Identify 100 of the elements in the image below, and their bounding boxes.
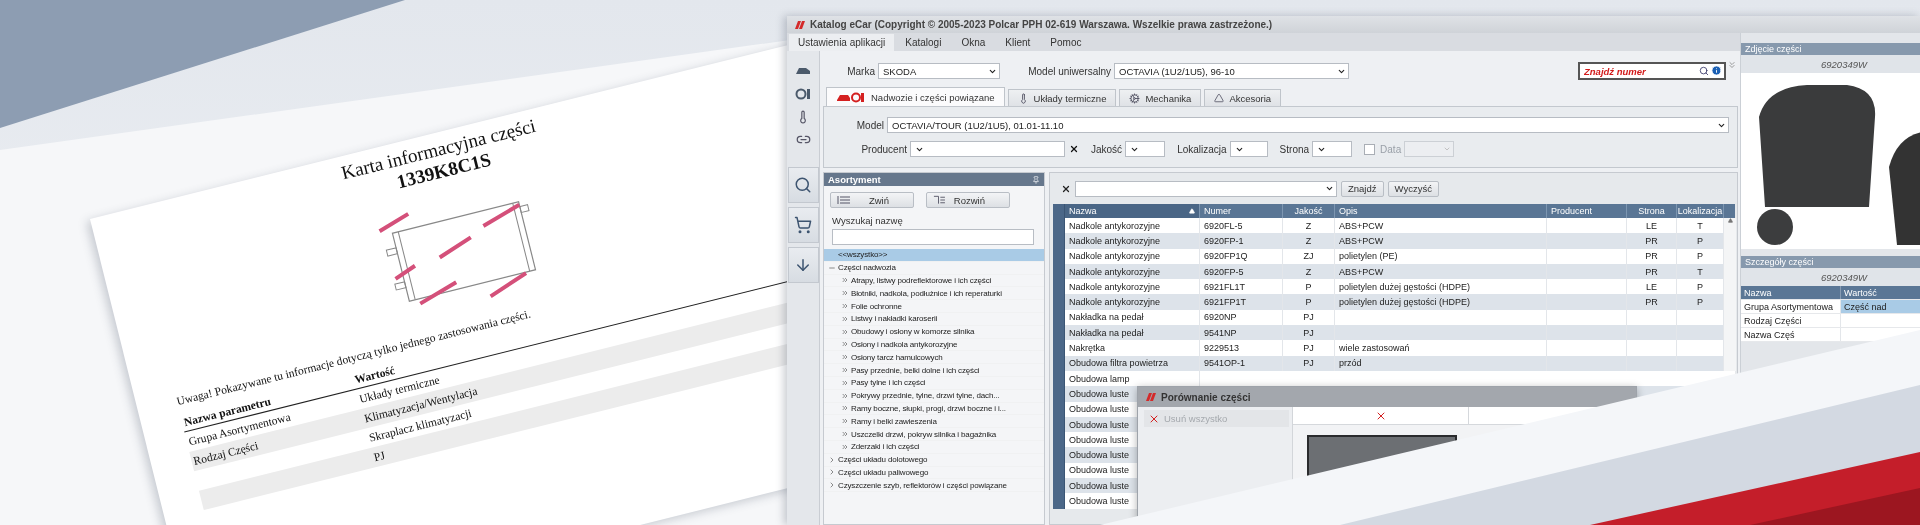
table-cell[interactable]: Część nad (1841, 300, 1920, 313)
clear-icon[interactable] (1069, 144, 1079, 154)
tree-item[interactable]: Części nadwozia (824, 261, 1044, 275)
date-checkbox[interactable] (1364, 143, 1376, 155)
table-cell: Z (1283, 233, 1335, 249)
tree-item[interactable]: Folie ochronne (824, 300, 1044, 313)
menu-item[interactable]: Okna (952, 33, 995, 51)
tree-item[interactable]: Pokrywy przednie, tylne, drzwi tylne, dach... (824, 389, 1044, 403)
logo-icon (793, 20, 805, 29)
field-label: Strona (1279, 143, 1310, 155)
car-part-icon (836, 91, 866, 103)
cart-icon (794, 216, 812, 234)
tree-item[interactable]: Ramy i belki zawieszenia (824, 415, 1044, 429)
column-header: Wartość (353, 363, 396, 386)
table-cell: Obudowa filtra powietrza (1065, 355, 1200, 371)
row-selector[interactable] (1053, 493, 1065, 509)
info-icon[interactable] (1711, 65, 1722, 76)
tree-item[interactable]: Pasy tylne i ich części (824, 376, 1044, 390)
table-cell: PR (1627, 233, 1677, 249)
table-cell: polietylen (PE) (1335, 248, 1547, 264)
expand-icon[interactable] (840, 366, 849, 375)
expand-icon[interactable] (840, 276, 849, 285)
tree-item[interactable]: <<wszystko>> (824, 249, 1044, 262)
side-select[interactable] (1312, 141, 1353, 157)
menu-item[interactable]: Klient (996, 33, 1040, 51)
expand-icon[interactable] (840, 327, 849, 336)
tab[interactable]: Akcesoria (1204, 89, 1282, 106)
menu-item[interactable]: Katalogi (896, 33, 951, 51)
expand-icon[interactable] (840, 430, 849, 439)
tree-item[interactable]: Uszczelki drzwi, pokryw silnika i bagażnika (824, 428, 1044, 441)
tree-item[interactable]: Atrapy, listwy podreflektorowe i ich części (824, 274, 1044, 288)
table-cell: Nakrętka (1065, 340, 1200, 356)
clear-button[interactable]: Wyczyść (1387, 180, 1439, 197)
tree-item[interactable]: Błotniki, nadkola, podłużnice i ich reperaturki (824, 287, 1044, 301)
tree-item[interactable]: Osłony i nadkola antykorozyjne (824, 338, 1044, 352)
column-header: Nazwa (1741, 286, 1841, 299)
cart-button[interactable] (787, 207, 819, 243)
quality-select[interactable] (1125, 141, 1166, 157)
tree-item[interactable]: Czyszczenie szyb, reflektorów i części powiązane (824, 479, 1044, 493)
expand-icon[interactable] (840, 289, 849, 298)
pin-icon[interactable] (1032, 175, 1040, 184)
panel-header: Zdjęcie części (1741, 43, 1920, 55)
tree-item[interactable]: Osłony tarcz hamulcowych (824, 351, 1044, 365)
expand-button[interactable]: Rozwiń (926, 192, 1010, 208)
field-label: Jakość (1091, 143, 1123, 155)
tree-item[interactable]: Ramy boczne, słupki, progi, drzwi boczne i i... (824, 402, 1044, 416)
tree-item[interactable]: Części układu dolotowego (824, 453, 1044, 467)
table-cell: Nadkole antykorozyjne (1065, 248, 1200, 264)
expand-icon[interactable] (840, 404, 849, 413)
number-search-field[interactable]: Znajdź numer (1578, 62, 1726, 80)
model-select[interactable]: OCTAVIA (1U2/1U5), 96-10 (1114, 63, 1349, 79)
expand-icon[interactable] (840, 302, 849, 311)
scroll-up-icon[interactable] (1727, 218, 1733, 223)
parameter-value: PJ (371, 448, 387, 464)
tree-item[interactable]: Obudowy i osłony w komorze silnika (824, 325, 1044, 339)
expand-icon[interactable] (840, 314, 849, 323)
name-search-field[interactable] (832, 229, 1034, 245)
search-icon (794, 176, 812, 194)
expand-icon[interactable] (840, 340, 849, 349)
tree-item[interactable]: Pasy przednie, belki dolne i ich części (824, 364, 1044, 377)
scrollbar[interactable] (1724, 218, 1736, 234)
table-cell: 6920FP1Q (1200, 248, 1283, 264)
tree-item[interactable]: Części układu paliwowego (824, 466, 1044, 480)
tab[interactable]: Nadwozie i części powiązane (826, 87, 1005, 106)
table-cell: Nazwa Częś (1741, 328, 1841, 341)
table-cell: P (1283, 294, 1335, 310)
location-select[interactable] (1229, 141, 1268, 157)
list-icon (837, 195, 851, 205)
make-select[interactable]: SKODA (878, 63, 1000, 79)
table-cell: PR (1627, 248, 1677, 264)
field-label: Model uniwersalny (1027, 65, 1111, 77)
panel-title: Asortyment (828, 174, 881, 185)
column-header[interactable]: Nazwa (1065, 204, 1200, 218)
tree-item[interactable]: Listwy i nakładki karoserii (824, 313, 1044, 326)
tab[interactable]: Układy termiczne (1007, 89, 1117, 106)
collapse-button[interactable]: Zwiń (830, 192, 914, 208)
menu-item[interactable]: Pomoc (1041, 33, 1091, 51)
field-label: Producent (860, 143, 907, 155)
table-cell: 9229513 (1200, 340, 1283, 356)
clear-icon[interactable] (1061, 183, 1071, 194)
table-cell: Nadkole antykorozyjne (1065, 294, 1200, 310)
tab[interactable]: Mechanika (1119, 89, 1202, 106)
search-button[interactable] (787, 167, 819, 203)
expand-icon[interactable] (840, 378, 849, 387)
window-title: Katalog eCar (Copyright © 2005-2023 Polcar PPH 02-619 Warszawa. Wszelkie prawa zastrzeżone.) (810, 19, 1273, 30)
table-cell: PJ (1283, 355, 1335, 371)
expand-icon[interactable] (840, 353, 849, 362)
collapse-icon[interactable] (1727, 60, 1737, 70)
expand-icon[interactable] (840, 442, 849, 451)
table-cell: 6920FP-1 (1200, 233, 1283, 249)
field-label: Data (1380, 143, 1402, 155)
search-icon[interactable] (1699, 65, 1709, 76)
find-button[interactable]: Znajdź (1341, 180, 1384, 197)
expand-icon[interactable] (840, 391, 849, 400)
download-button[interactable] (787, 247, 819, 283)
tree-item[interactable]: Zderzaki i ich części (824, 440, 1044, 454)
menu-item[interactable]: Ustawienia aplikacji (789, 33, 895, 51)
model-select[interactable]: OCTAVIA/TOUR (1U2/1U5), 01.01-11.10 (887, 117, 1729, 133)
expand-icon[interactable] (840, 417, 849, 426)
column-header: Wartość (1841, 286, 1920, 299)
